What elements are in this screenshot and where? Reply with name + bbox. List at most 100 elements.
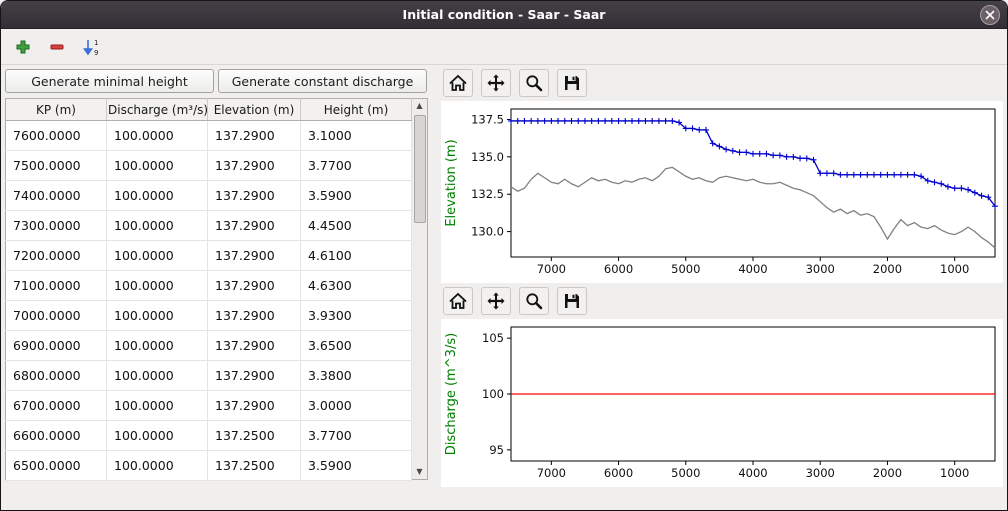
home-button-2[interactable] (443, 287, 473, 315)
zoom-button[interactable] (519, 69, 549, 97)
window: Initial condition - Saar - Saar 1 9 (0, 0, 1008, 511)
table-cell[interactable]: 3.0000 (301, 391, 412, 421)
table-cell[interactable]: 100.0000 (107, 241, 208, 271)
table-row: 7300.0000100.0000137.29004.4500 (6, 211, 412, 241)
table-cell[interactable]: 6600.0000 (6, 421, 107, 451)
table-cell[interactable]: 100.0000 (107, 121, 208, 151)
table-cell[interactable]: 100.0000 (107, 361, 208, 391)
svg-text:132.5: 132.5 (471, 187, 504, 201)
table-cell[interactable]: 3.7700 (301, 151, 412, 181)
table-cell[interactable]: 7400.0000 (6, 181, 107, 211)
table-cell[interactable]: 100.0000 (107, 301, 208, 331)
table-cell[interactable]: 7500.0000 (6, 151, 107, 181)
column-header-kp[interactable]: KP (m) (6, 99, 107, 121)
save-button[interactable] (557, 69, 587, 97)
zoom-button-2[interactable] (519, 287, 549, 315)
table-cell[interactable]: 100.0000 (107, 391, 208, 421)
table-cell[interactable]: 3.1000 (301, 121, 412, 151)
svg-text:2000: 2000 (873, 466, 902, 480)
remove-row-button[interactable] (43, 33, 71, 61)
table-cell[interactable]: 3.7700 (301, 421, 412, 451)
scroll-down-button[interactable]: ▼ (413, 465, 427, 479)
scrollbar-track[interactable] (413, 113, 427, 465)
table-cell[interactable]: 100.0000 (107, 331, 208, 361)
table-row: 7100.0000100.0000137.29004.6300 (6, 271, 412, 301)
table-cell[interactable]: 7000.0000 (6, 301, 107, 331)
sort-1-9-icon: 1 9 (82, 38, 100, 56)
table-cell[interactable]: 137.2900 (208, 121, 301, 151)
generate-minimal-height-button[interactable]: Generate minimal height (5, 69, 214, 93)
table-cell[interactable]: 137.2900 (208, 391, 301, 421)
table-cell[interactable]: 6700.0000 (6, 391, 107, 421)
svg-text:7000: 7000 (537, 466, 566, 480)
discharge-chart-toolbar (441, 283, 1003, 319)
table-cell[interactable]: 4.6300 (301, 271, 412, 301)
table-cell[interactable]: 137.2900 (208, 331, 301, 361)
save-button-2[interactable] (557, 287, 587, 315)
table-row: 7000.0000100.0000137.29003.9300 (6, 301, 412, 331)
table-cell[interactable]: 7600.0000 (6, 121, 107, 151)
table-cell[interactable]: 7200.0000 (6, 241, 107, 271)
svg-text:100: 100 (482, 387, 504, 401)
table-cell[interactable]: 100.0000 (107, 151, 208, 181)
table-cell[interactable]: 6900.0000 (6, 331, 107, 361)
svg-text:1: 1 (94, 39, 98, 47)
table-cell[interactable]: 7300.0000 (6, 211, 107, 241)
table-cell[interactable]: 100.0000 (107, 271, 208, 301)
table-cell[interactable]: 7100.0000 (6, 271, 107, 301)
pan-button[interactable] (481, 69, 511, 97)
table-cell[interactable]: 3.5900 (301, 181, 412, 211)
svg-text:135.0: 135.0 (471, 150, 504, 164)
table-area: KP (m) Discharge (m³/s) Elevation (m) He… (5, 98, 435, 481)
table-cell[interactable]: 100.0000 (107, 211, 208, 241)
svg-text:2000: 2000 (873, 262, 902, 276)
home-icon (448, 73, 468, 93)
zoom-icon (524, 73, 544, 93)
svg-text:1000: 1000 (940, 262, 969, 276)
close-icon (985, 10, 995, 20)
table-cell[interactable]: 137.2900 (208, 301, 301, 331)
table-cell[interactable]: 3.9300 (301, 301, 412, 331)
pan-button-2[interactable] (481, 287, 511, 315)
table-cell[interactable]: 6800.0000 (6, 361, 107, 391)
table-cell[interactable]: 137.2900 (208, 271, 301, 301)
table-cell[interactable]: 137.2900 (208, 151, 301, 181)
titlebar[interactable]: Initial condition - Saar - Saar (1, 1, 1007, 29)
elevation-chart[interactable]: 7000600050004000300020001000130.0132.513… (441, 101, 1003, 283)
zoom-icon (524, 291, 544, 311)
table-cell[interactable]: 100.0000 (107, 181, 208, 211)
column-header-height[interactable]: Height (m) (301, 99, 412, 121)
sort-rows-button[interactable]: 1 9 (77, 33, 105, 61)
table-scrollbar[interactable]: ▲ ▼ (412, 98, 428, 480)
table-cell[interactable]: 3.3800 (301, 361, 412, 391)
table-cell[interactable]: 6500.0000 (6, 451, 107, 481)
initial-condition-table: KP (m) Discharge (m³/s) Elevation (m) He… (5, 98, 412, 481)
generate-constant-discharge-button[interactable]: Generate constant discharge (218, 69, 427, 93)
svg-text:5000: 5000 (671, 466, 700, 480)
column-header-elevation[interactable]: Elevation (m) (208, 99, 301, 121)
table-cell[interactable]: 137.2900 (208, 241, 301, 271)
elevation-chart-toolbar (441, 65, 1003, 101)
table-row: 6800.0000100.0000137.29003.3800 (6, 361, 412, 391)
table-cell[interactable]: 137.2900 (208, 181, 301, 211)
close-button[interactable] (980, 5, 1000, 25)
add-row-button[interactable] (9, 33, 37, 61)
table-cell[interactable]: 3.5900 (301, 451, 412, 481)
table-cell[interactable]: 137.2500 (208, 421, 301, 451)
table-cell[interactable]: 100.0000 (107, 451, 208, 481)
table-cell[interactable]: 137.2900 (208, 211, 301, 241)
table-cell[interactable]: 137.2500 (208, 451, 301, 481)
table-cell[interactable]: 137.2900 (208, 361, 301, 391)
table-row: 6900.0000100.0000137.29003.6500 (6, 331, 412, 361)
table-cell[interactable]: 4.4500 (301, 211, 412, 241)
discharge-chart[interactable]: 700060005000400030002000100095100105Disc… (441, 319, 1003, 487)
home-button[interactable] (443, 69, 473, 97)
scroll-up-button[interactable]: ▲ (413, 99, 427, 113)
scrollbar-thumb[interactable] (414, 115, 426, 223)
column-header-discharge[interactable]: Discharge (m³/s) (107, 99, 208, 121)
table-row: 6700.0000100.0000137.29003.0000 (6, 391, 412, 421)
table-cell[interactable]: 4.6100 (301, 241, 412, 271)
table-cell[interactable]: 100.0000 (107, 421, 208, 451)
table-cell[interactable]: 3.6500 (301, 331, 412, 361)
pan-icon (486, 73, 506, 93)
